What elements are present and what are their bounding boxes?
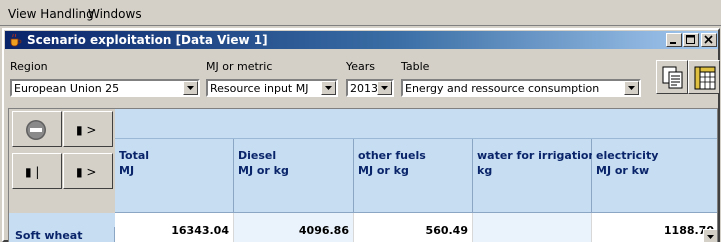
chevron-down-icon[interactable] (183, 81, 198, 95)
table-cell[interactable]: 560.49 (354, 213, 473, 242)
row-header-spacer (9, 213, 115, 227)
table-cell[interactable]: 1188.70 (592, 213, 717, 242)
region-label: Region (10, 60, 48, 73)
column-header-electricity[interactable]: electricity MJ or kw (592, 139, 717, 213)
column-header-diesel[interactable]: Diesel MJ or kg (234, 139, 354, 213)
next-row-button[interactable]: ▮ > (63, 153, 113, 189)
column-header-total[interactable]: Total MJ (115, 139, 234, 213)
column-unit: MJ (119, 164, 135, 177)
next-column-label: ▮ > (76, 123, 97, 137)
column-name: electricity (596, 149, 659, 162)
table-view-button[interactable] (688, 60, 720, 94)
menu-view-handling[interactable]: View Handling (8, 7, 94, 21)
table-cell[interactable]: 4096.86 (234, 213, 354, 242)
internal-frame: Scenario exploitation [Data View 1] Regi… (2, 28, 720, 242)
data-grid: ▮ > ▮ | ▮ > Total MJ Diesel MJ or kg oth… (8, 108, 718, 242)
unit-label: MJ or metric (206, 60, 273, 73)
cell-value: 4096.86 (298, 224, 349, 237)
unit-value: Resource input MJ (210, 82, 309, 95)
chevron-down-icon[interactable] (624, 81, 639, 95)
table-label: Table (401, 60, 430, 73)
maximize-button[interactable] (683, 33, 699, 47)
last-row-label: ▮ | (25, 165, 40, 179)
menubar: View Handling Windows (0, 0, 721, 26)
next-column-button[interactable]: ▮ > (63, 111, 113, 147)
java-cup-icon (8, 33, 22, 47)
last-row-button[interactable]: ▮ | (12, 153, 62, 189)
row-header-soft-wheat[interactable]: Soft wheat (9, 227, 115, 242)
column-unit: MJ or kg (358, 164, 409, 177)
column-unit: MJ or kw (596, 164, 650, 177)
scroll-down-button[interactable] (703, 229, 717, 242)
menu-windows[interactable]: Windows (88, 7, 142, 21)
grid-corner: ▮ > ▮ | ▮ > (9, 109, 115, 213)
column-header-water[interactable]: water for irrigation kg (473, 139, 596, 213)
table-cell[interactable] (473, 213, 592, 242)
app-root: View Handling Windows Scenario exploitat… (0, 0, 721, 242)
region-select[interactable]: European Union 25 (10, 79, 200, 97)
minimize-button[interactable] (666, 33, 682, 47)
next-row-label: ▮ > (76, 165, 97, 179)
table-value: Energy and ressource consumption (405, 82, 600, 95)
chevron-down-icon[interactable] (321, 81, 336, 95)
chevron-down-icon[interactable] (377, 81, 392, 95)
column-name: other fuels (358, 149, 426, 162)
window-title: Scenario exploitation [Data View 1] (27, 33, 268, 47)
stop-button[interactable] (12, 111, 62, 147)
table-cell[interactable]: 16343.04 (115, 213, 234, 242)
column-unit: MJ or kg (238, 164, 289, 177)
table-select[interactable]: Energy and ressource consumption (401, 79, 641, 97)
column-name: Total (119, 149, 150, 162)
title-bar[interactable]: Scenario exploitation [Data View 1] (5, 31, 718, 49)
close-button[interactable] (701, 33, 717, 47)
cell-value: 560.49 (425, 224, 468, 237)
column-header-other-fuels[interactable]: other fuels MJ or kg (354, 139, 473, 213)
column-name: water for irrigation (477, 149, 597, 162)
column-header-band (115, 109, 717, 139)
years-label: Years (346, 60, 376, 73)
unit-select[interactable]: Resource input MJ (206, 79, 338, 97)
years-value: 2013 (350, 82, 378, 95)
years-select[interactable]: 2013 (346, 79, 394, 97)
cell-value: 16343.04 (171, 224, 229, 237)
copy-button[interactable] (656, 60, 688, 94)
column-name: Diesel (238, 149, 277, 162)
region-value: European Union 25 (14, 82, 120, 95)
row-label: Soft wheat (15, 229, 83, 242)
column-unit: kg (477, 164, 493, 177)
